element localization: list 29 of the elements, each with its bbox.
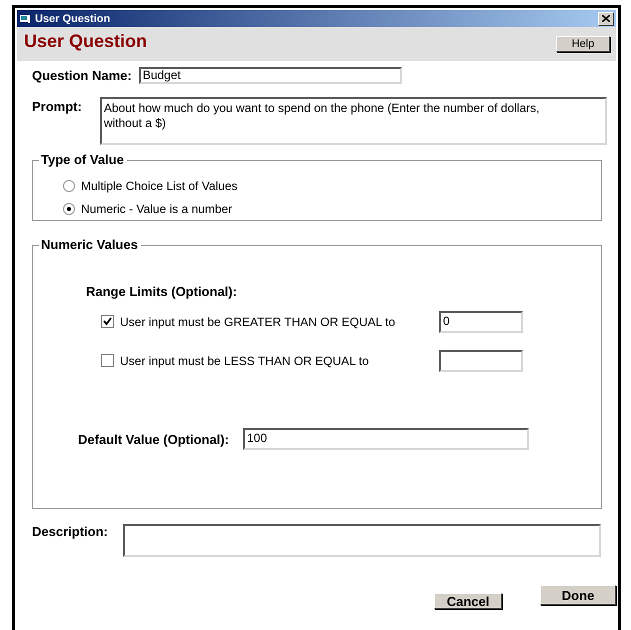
close-button[interactable] xyxy=(598,12,614,26)
section-label: Range Limits (Optional): xyxy=(86,284,238,299)
help-button[interactable]: Help xyxy=(556,36,610,52)
option-label: Numeric - Value is a number xyxy=(81,202,232,216)
checkbox-label: User input must be LESS THAN OR EQUAL to xyxy=(120,354,370,368)
text-field[interactable]: 100 xyxy=(242,428,529,450)
checkbox[interactable] xyxy=(101,315,114,328)
group-title: Type of Value xyxy=(39,152,127,167)
close-icon xyxy=(602,15,610,22)
radio-button[interactable] xyxy=(63,202,75,214)
number-field[interactable]: 0 xyxy=(439,310,523,332)
group-title: Numeric Values xyxy=(39,237,141,252)
window-icon xyxy=(20,14,31,24)
text-field[interactable]: Budget xyxy=(138,67,402,84)
field-label: Prompt: xyxy=(32,99,82,116)
radio-button[interactable] xyxy=(63,180,75,192)
option-label: Multiple Choice List of Values xyxy=(81,178,238,192)
window-title: User Question xyxy=(35,12,112,24)
text-area[interactable]: About how much do you want to spend on the phone (Enter the number of dollars, without a $) xyxy=(100,97,607,145)
dialog-heading: User Question xyxy=(24,31,148,52)
field-label: Description: xyxy=(32,524,108,541)
checkbox-label: User input must be GREATER THAN OR EQUAL to xyxy=(120,314,396,328)
text-field[interactable] xyxy=(122,524,601,557)
done-button[interactable]: Done xyxy=(540,585,616,605)
number-field[interactable] xyxy=(439,350,523,372)
cancel-button[interactable]: Cancel xyxy=(434,593,502,609)
checkbox[interactable] xyxy=(101,354,114,367)
field-label: Question Name: xyxy=(32,68,132,83)
field-label: Default Value (Optional): xyxy=(78,432,229,446)
